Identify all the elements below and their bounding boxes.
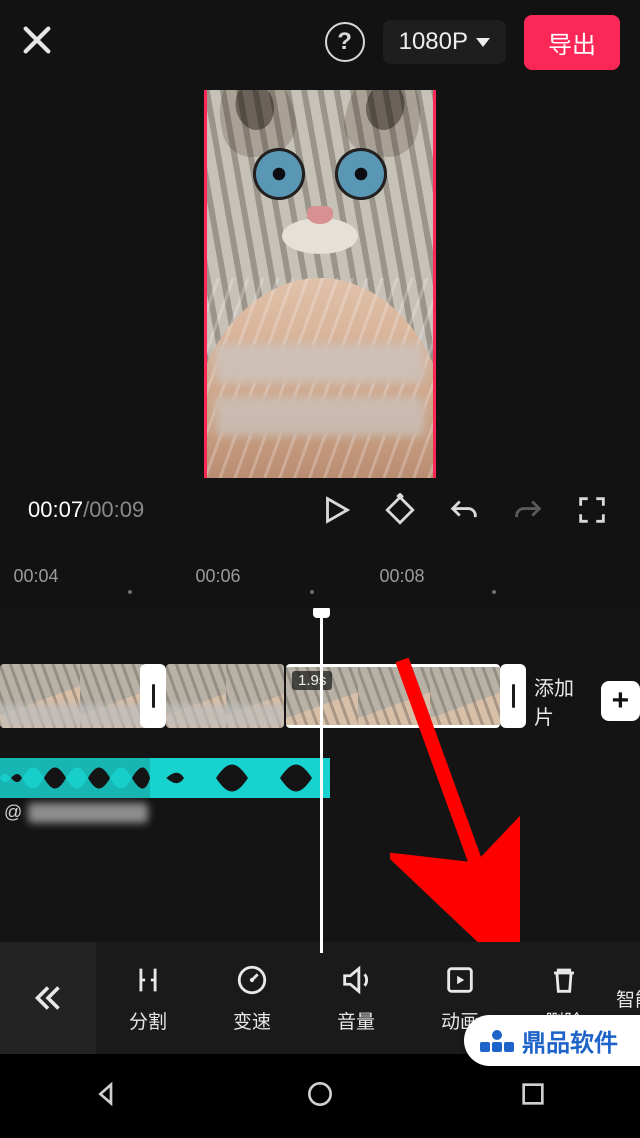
tool-split[interactable]: 分割 <box>96 963 200 1034</box>
ruler-tick: 00:04 <box>13 566 58 587</box>
video-preview-area <box>0 84 640 478</box>
ruler-tick: 00:08 <box>379 566 424 587</box>
clip-handle-left[interactable] <box>140 664 166 728</box>
watermark-badge: 鼎品软件 <box>464 1015 640 1066</box>
play-button[interactable] <box>316 490 356 530</box>
tool-speed[interactable]: 变速 <box>200 963 304 1034</box>
clip-handle-right[interactable] <box>500 664 526 728</box>
video-preview[interactable] <box>204 90 436 478</box>
resolution-selector[interactable]: 1080P <box>383 20 506 64</box>
video-clip-selected[interactable]: 1.9s <box>286 664 500 728</box>
export-button[interactable]: 导出 <box>524 15 620 70</box>
playhead[interactable] <box>320 608 323 953</box>
keyframe-button[interactable] <box>380 490 420 530</box>
video-clip[interactable] <box>166 664 284 728</box>
nav-home[interactable] <box>304 1078 336 1115</box>
timeline[interactable]: 1.9s 添加片 + @ <box>0 608 640 953</box>
video-clip[interactable] <box>0 664 158 728</box>
nav-recents[interactable] <box>517 1078 549 1115</box>
toolbar-back-button[interactable] <box>0 942 96 1054</box>
redo-button <box>508 490 548 530</box>
clip-duration-badge: 1.9s <box>292 671 332 690</box>
add-clip-button[interactable]: 添加片 + <box>534 672 640 730</box>
fullscreen-button[interactable] <box>572 490 612 530</box>
watermark-logo-icon <box>480 1030 514 1052</box>
ruler-tick: 00:06 <box>195 566 240 587</box>
tool-volume[interactable]: 音量 <box>304 963 408 1034</box>
time-ruler[interactable]: 00:04 00:06 00:08 <box>0 558 640 598</box>
timecode: 00:07/00:09 <box>28 497 144 523</box>
audio-track[interactable] <box>0 758 330 798</box>
chevron-down-icon <box>476 38 490 47</box>
undo-button[interactable] <box>444 490 484 530</box>
help-button[interactable]: ? <box>325 22 365 62</box>
plus-icon: + <box>601 681 640 721</box>
nav-back[interactable] <box>91 1078 123 1115</box>
system-nav-bar <box>0 1054 640 1138</box>
resolution-label: 1080P <box>399 28 468 56</box>
audio-label: @ <box>4 802 148 823</box>
close-button[interactable] <box>20 23 54 62</box>
